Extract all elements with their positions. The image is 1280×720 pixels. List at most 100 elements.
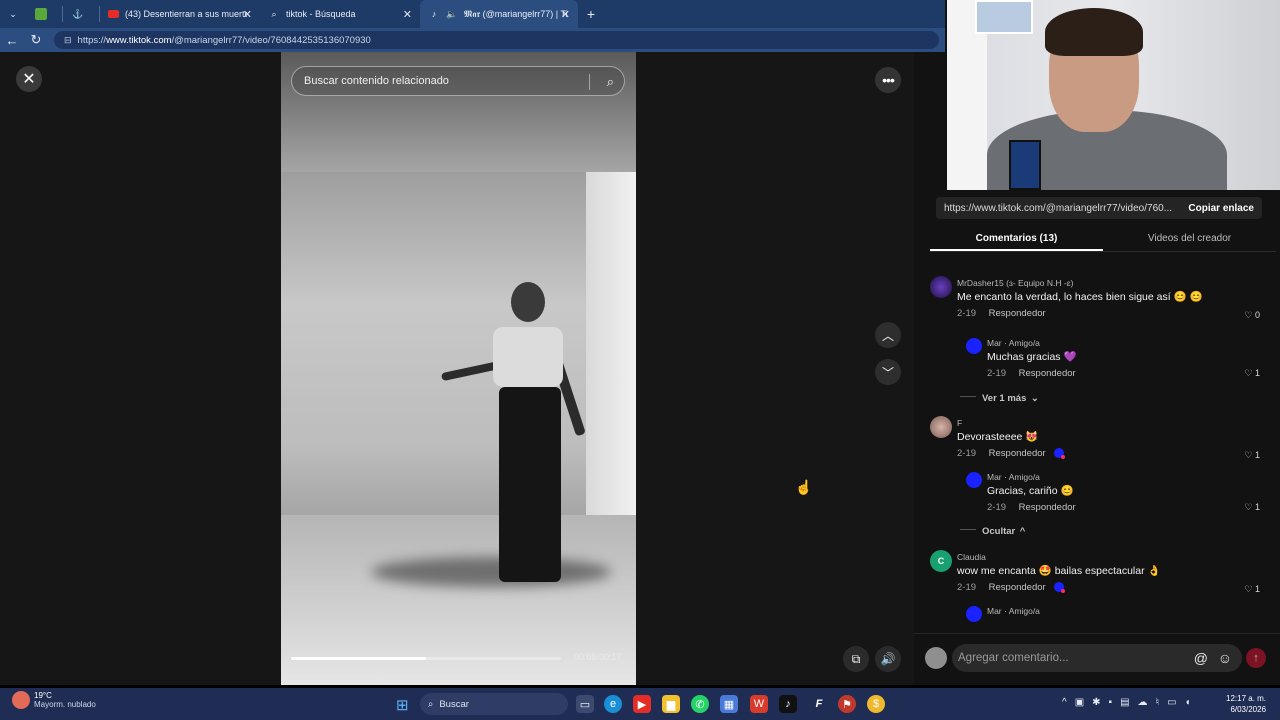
weather-widget[interactable]: 19°C Mayorm. nublado <box>12 691 96 709</box>
comment-username[interactable]: F <box>957 418 1257 428</box>
reload-button[interactable]: ↻ <box>24 28 48 52</box>
related-search-input[interactable]: Buscar contenido relacionado ⌕ <box>291 66 625 96</box>
new-tab-button[interactable]: + <box>578 0 604 28</box>
reply-button[interactable]: Respondedor <box>989 308 1046 319</box>
tab-creator-videos[interactable]: Videos del creador <box>1103 230 1276 251</box>
comment-text: Me encanto la verdad, lo haces bien sigu… <box>957 291 1203 303</box>
mention-icon[interactable]: @ <box>1194 650 1208 666</box>
task-view-icon[interactable]: ▭ <box>576 695 594 713</box>
comment-input[interactable]: Agregar comentario... @ ☺ <box>952 644 1242 672</box>
like-button[interactable]: ♡ 0 <box>1244 310 1260 321</box>
coin-icon[interactable]: $ <box>867 695 885 713</box>
comment-username[interactable]: Mar · Amigo/a <box>987 472 1257 482</box>
speaker-icon: 🔈 <box>446 8 458 19</box>
chevron-up-icon[interactable]: ^ <box>1062 697 1067 708</box>
reply-item: Mar · Amigo/a Muchas gracias 💜 2-19 Resp… <box>930 338 1270 382</box>
comment-username[interactable]: Claudia <box>957 552 1257 562</box>
send-comment-button[interactable]: ↑ <box>1246 648 1266 668</box>
comment-text: Gracias, cariño 😊 <box>987 485 1074 497</box>
pinned-tab-shopify[interactable] <box>26 0 62 28</box>
floating-player-button[interactable]: ⧉ <box>843 646 869 672</box>
next-video-button[interactable]: ﹀ <box>875 359 901 385</box>
microphone-icon[interactable]: ♮ <box>1156 697 1160 708</box>
view-more-replies[interactable]: Ver 1 más ⌄ <box>930 382 1270 416</box>
url-field[interactable]: ⊟ https://www.tiktok.com/@mariangelrr77/… <box>54 31 939 49</box>
youtube-icon[interactable]: ▶ <box>633 695 651 713</box>
tab-comments[interactable]: Comentarios (13) <box>930 230 1103 251</box>
pinned-tab-anchor[interactable]: ⚓ <box>63 0 99 28</box>
floating-player-icon: ⧉ <box>851 651 861 666</box>
hide-replies-label[interactable]: Ocultar <box>982 526 1015 537</box>
whatsapp-icon[interactable]: ✆ <box>691 695 709 713</box>
tiktok-icon[interactable]: ♪ <box>779 695 797 713</box>
edge-icon[interactable]: e <box>604 695 622 713</box>
like-button[interactable]: ♡ 1 <box>1244 368 1260 379</box>
heart-icon: ♡ <box>1244 502 1253 512</box>
reply-button[interactable]: Respondedor <box>989 582 1046 593</box>
comment-meta: 2-19 Respondedor <box>957 582 1257 594</box>
view-more-label[interactable]: Ver 1 más <box>982 393 1026 404</box>
clock[interactable]: 12:17 a. m. 6/03/2026 <box>1226 693 1266 715</box>
youtube-icon <box>108 10 119 18</box>
more-options-button[interactable]: ••• <box>875 67 901 93</box>
start-button[interactable]: ⊞ <box>396 696 409 714</box>
copy-link-button[interactable]: Copiar enlace <box>1188 203 1254 214</box>
back-button[interactable]: ← <box>0 28 24 52</box>
divider <box>589 74 590 90</box>
close-icon[interactable]: ✕ <box>243 8 252 21</box>
like-button[interactable]: ♡ 1 <box>1244 584 1260 595</box>
tab-list-button[interactable]: ⌄ <box>0 0 26 28</box>
close-icon[interactable]: ✕ <box>561 8 570 21</box>
f-app-icon[interactable]: F <box>810 695 828 713</box>
avatar[interactable]: C <box>930 550 952 572</box>
file-explorer-icon[interactable]: ▆ <box>662 695 680 713</box>
webcam-person-hair <box>1045 8 1143 56</box>
tab-tiktok[interactable]: ♪ 🔈 𝕸𝖆𝖗 (@mariangelrr77) | TikTo ✕ <box>420 0 578 28</box>
store-icon[interactable]: ▦ <box>720 695 738 713</box>
hide-replies[interactable]: Ocultar ^ <box>930 516 1270 550</box>
comment-username[interactable]: MrDasher15 (ɜ- Equipo N.H -ɛ) <box>957 278 1257 288</box>
reply-button[interactable]: Respondedor <box>1019 502 1076 513</box>
search-icon[interactable]: ⌕ <box>607 74 614 90</box>
weather-condition: Mayorm. nublado <box>34 700 96 709</box>
avatar[interactable] <box>930 416 952 438</box>
like-button[interactable]: ♡ 1 <box>1244 450 1260 461</box>
comment-username[interactable]: Mar · Amigo/a <box>987 606 1257 616</box>
reply-button[interactable]: Respondedor <box>1019 368 1076 379</box>
close-icon[interactable]: ✕ <box>403 8 412 21</box>
close-video-button[interactable]: ✕ <box>16 66 42 92</box>
comment-item: F Devorasteeee 😻 2-19 Respondedor ♡ 1 <box>930 416 1270 472</box>
tray-app-icon[interactable]: ✱ <box>1092 697 1100 708</box>
speaker-icon[interactable]: ◖ <box>1185 697 1191 708</box>
tab-search[interactable]: ⌕ tiktok - Búsqueda ✕ <box>260 0 420 28</box>
webcam-phone <box>1009 140 1041 190</box>
tray-app-icon[interactable]: ▤ <box>1120 697 1129 708</box>
shopify-icon <box>35 8 47 20</box>
like-button[interactable]: ♡ 1 <box>1244 502 1260 513</box>
share-link-row: https://www.tiktok.com/@mariangelrr77/vi… <box>936 197 1262 219</box>
comments-list[interactable]: MrDasher15 (ɜ- Equipo N.H -ɛ) Me encanto… <box>930 276 1270 632</box>
taskbar-search[interactable]: ⌕ Buscar <box>420 693 568 715</box>
emoji-icon[interactable]: ☺ <box>1218 650 1232 666</box>
cloud-icon[interactable]: ☁ <box>1138 697 1148 708</box>
video-frame[interactable] <box>281 52 636 685</box>
tray-app-icon[interactable]: ▪ <box>1109 697 1113 708</box>
volume-button[interactable]: 🔊 <box>875 646 901 672</box>
comment-username[interactable]: Mar · Amigo/a <box>987 338 1257 348</box>
app-icon[interactable]: ⚑ <box>838 695 856 713</box>
reply-button[interactable]: Respondedor <box>989 448 1046 459</box>
reply-item: Mar · Amigo/a Gracias, cariño 😊 2-19 Res… <box>930 472 1270 516</box>
network-icon[interactable]: ▭ <box>1167 697 1176 708</box>
tab-youtube[interactable]: (43) Desentierran a sus muertos p ✕ <box>100 0 260 28</box>
tray-app-icon[interactable]: ▣ <box>1075 697 1084 708</box>
video-progress-bar[interactable] <box>291 657 561 660</box>
like-count: 1 <box>1254 502 1260 512</box>
avatar[interactable] <box>966 472 982 488</box>
previous-video-button[interactable]: ︿ <box>875 322 901 348</box>
comment-text: Devorasteeee 😻 <box>957 431 1039 443</box>
avatar[interactable] <box>930 276 952 298</box>
avatar[interactable] <box>966 338 982 354</box>
avatar[interactable] <box>966 606 982 622</box>
search-icon: ⌕ <box>428 698 434 710</box>
office-icon[interactable]: W <box>750 695 768 713</box>
